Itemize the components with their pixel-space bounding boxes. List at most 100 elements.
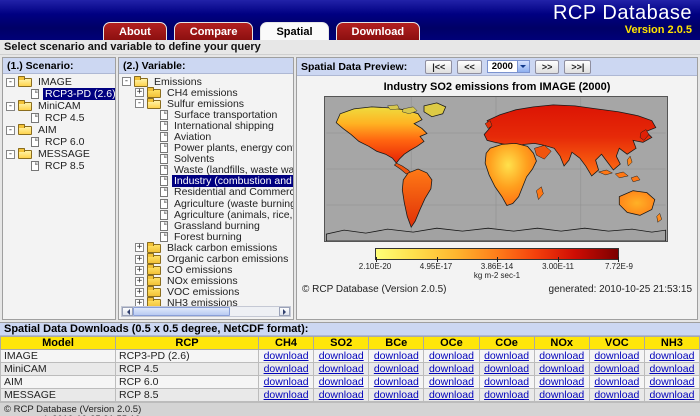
download-link[interactable]: download bbox=[374, 351, 419, 362]
colorbar-tick-label: 7.72E-9 bbox=[604, 262, 634, 271]
download-link[interactable]: download bbox=[484, 351, 529, 362]
download-link[interactable]: download bbox=[484, 364, 529, 375]
tree-item-co-emissions[interactable]: + CO emissions bbox=[119, 264, 293, 276]
tree-item-voc-emissions[interactable]: + VOC emissions bbox=[119, 286, 293, 298]
download-link[interactable]: download bbox=[319, 377, 364, 388]
year-dropdown[interactable]: 2000 bbox=[486, 60, 530, 73]
download-link[interactable]: download bbox=[264, 351, 309, 362]
tree-item-grassland-burning[interactable]: Grassland burning bbox=[119, 220, 293, 232]
download-link[interactable]: download bbox=[374, 390, 419, 401]
tab-about[interactable]: About bbox=[103, 22, 167, 40]
tree-item-ch4-emissions[interactable]: + CH4 emissions bbox=[119, 86, 293, 99]
download-link[interactable]: download bbox=[319, 390, 364, 401]
download-link[interactable]: download bbox=[539, 364, 584, 375]
collapse-icon[interactable]: - bbox=[6, 125, 15, 135]
document-icon bbox=[160, 143, 168, 154]
download-link[interactable]: download bbox=[594, 351, 639, 362]
column-header-oce: OCe bbox=[423, 336, 480, 350]
first-year-button[interactable]: |<< bbox=[425, 59, 453, 74]
tree-item-black-carbon[interactable]: + Black carbon emissions bbox=[119, 241, 293, 254]
tree-item-rcp60[interactable]: RCP 6.0 bbox=[3, 136, 115, 148]
document-icon bbox=[160, 187, 168, 198]
tree-item-aviation[interactable]: Aviation bbox=[119, 131, 293, 143]
tree-item-rcp85[interactable]: RCP 8.5 bbox=[3, 160, 115, 172]
scroll-left-arrow-icon[interactable] bbox=[122, 307, 133, 316]
download-link[interactable]: download bbox=[264, 390, 309, 401]
folder-icon bbox=[147, 275, 161, 287]
download-link[interactable]: download bbox=[539, 377, 584, 388]
download-link[interactable]: download bbox=[264, 364, 309, 375]
folder-icon bbox=[147, 264, 161, 276]
map-title: Industry SO2 emissions from IMAGE (2000) bbox=[383, 81, 611, 93]
tab-spatial[interactable]: Spatial bbox=[260, 22, 329, 40]
expand-icon[interactable]: + bbox=[135, 265, 144, 275]
tree-item-industry[interactable]: Industry (combustion and pro bbox=[119, 175, 293, 188]
tree-item-power-plants[interactable]: Power plants, energy convers bbox=[119, 142, 293, 154]
download-link[interactable]: download bbox=[429, 377, 474, 388]
download-link[interactable]: download bbox=[429, 390, 474, 401]
document-icon bbox=[160, 176, 168, 187]
expand-icon[interactable]: + bbox=[135, 276, 144, 286]
tree-item-emissions[interactable]: - Emissions bbox=[119, 75, 293, 88]
download-link[interactable]: download bbox=[484, 377, 529, 388]
column-header-nh3: NH3 bbox=[643, 336, 700, 350]
collapse-icon[interactable]: - bbox=[6, 149, 15, 159]
downloads-section-title: Spatial Data Downloads (0.5 x 0.5 degree… bbox=[0, 322, 700, 336]
expand-icon[interactable]: + bbox=[135, 88, 144, 98]
previous-year-button[interactable]: << bbox=[457, 59, 482, 74]
scrollbar-thumb[interactable] bbox=[133, 307, 231, 316]
variable-panel-title: (2.) Variable: bbox=[119, 58, 293, 74]
tree-item-surface-transportation[interactable]: Surface transportation bbox=[119, 109, 293, 121]
download-link[interactable]: download bbox=[319, 364, 364, 375]
scenario-panel: (1.) Scenario: - IMAGE RCP3-PD (2.6) - Min… bbox=[2, 57, 116, 320]
collapse-icon[interactable]: - bbox=[6, 101, 15, 111]
download-link[interactable]: download bbox=[429, 351, 474, 362]
download-link[interactable]: download bbox=[374, 377, 419, 388]
download-link[interactable]: download bbox=[374, 364, 419, 375]
download-link[interactable]: download bbox=[539, 390, 584, 401]
scroll-right-arrow-icon[interactable] bbox=[279, 307, 290, 316]
tree-item-rcp45[interactable]: RCP 4.5 bbox=[3, 112, 115, 124]
download-link[interactable]: download bbox=[594, 377, 639, 388]
download-link[interactable]: download bbox=[319, 351, 364, 362]
last-year-button[interactable]: >>| bbox=[564, 59, 592, 74]
download-link[interactable]: download bbox=[484, 390, 529, 401]
download-link[interactable]: download bbox=[649, 351, 694, 362]
download-link[interactable]: download bbox=[264, 377, 309, 388]
tree-item-minicam[interactable]: - MiniCAM bbox=[3, 100, 115, 112]
collapse-icon[interactable]: - bbox=[6, 77, 15, 87]
tree-item-waste[interactable]: Waste (landfills, waste water, bbox=[119, 164, 293, 176]
horizontal-scrollbar[interactable] bbox=[121, 306, 291, 317]
tree-item-image[interactable]: - IMAGE bbox=[3, 76, 115, 88]
tree-item-agriculture-animals[interactable]: Agriculture (animals, rice, soil) bbox=[119, 209, 293, 221]
tree-item-forest-burning[interactable]: Forest burning bbox=[119, 231, 293, 243]
tree-item-message[interactable]: - MESSAGE bbox=[3, 148, 115, 160]
table-row-image: IMAGE RCP3-PD (2.6) download download do… bbox=[0, 349, 700, 363]
download-link[interactable]: download bbox=[539, 351, 584, 362]
tree-item-organic-carbon[interactable]: + Organic carbon emissions bbox=[119, 253, 293, 265]
collapse-icon[interactable]: - bbox=[135, 99, 144, 109]
tree-item-solvents[interactable]: Solvents bbox=[119, 153, 293, 165]
tab-download[interactable]: Download bbox=[335, 22, 421, 40]
collapse-icon[interactable]: - bbox=[122, 77, 131, 87]
scrollbar-track[interactable] bbox=[230, 307, 279, 316]
next-year-button[interactable]: >> bbox=[534, 59, 560, 74]
tree-item-aim[interactable]: - AIM bbox=[3, 124, 115, 136]
tree-item-agriculture-waste-burning[interactable]: Agriculture (waste burning on bbox=[119, 198, 293, 210]
download-link[interactable]: download bbox=[649, 364, 694, 375]
tree-item-rcp3pd[interactable]: RCP3-PD (2.6) bbox=[3, 88, 115, 100]
tree-item-nox-emissions[interactable]: + NOx emissions bbox=[119, 275, 293, 287]
tree-item-international-shipping[interactable]: International shipping bbox=[119, 120, 293, 132]
rcp-cell: RCP3-PD (2.6) bbox=[115, 349, 259, 363]
download-link[interactable]: download bbox=[594, 364, 639, 375]
tree-item-residential-commercial[interactable]: Residential and Commercial bbox=[119, 186, 293, 198]
download-link[interactable]: download bbox=[649, 390, 694, 401]
download-link[interactable]: download bbox=[649, 377, 694, 388]
expand-icon[interactable]: + bbox=[135, 287, 144, 297]
expand-icon[interactable]: + bbox=[135, 243, 144, 253]
download-link[interactable]: download bbox=[594, 390, 639, 401]
tab-compare[interactable]: Compare bbox=[173, 22, 254, 40]
download-link[interactable]: download bbox=[429, 364, 474, 375]
tree-item-sulfur-emissions[interactable]: - Sulfur emissions bbox=[119, 97, 293, 110]
expand-icon[interactable]: + bbox=[135, 254, 144, 264]
